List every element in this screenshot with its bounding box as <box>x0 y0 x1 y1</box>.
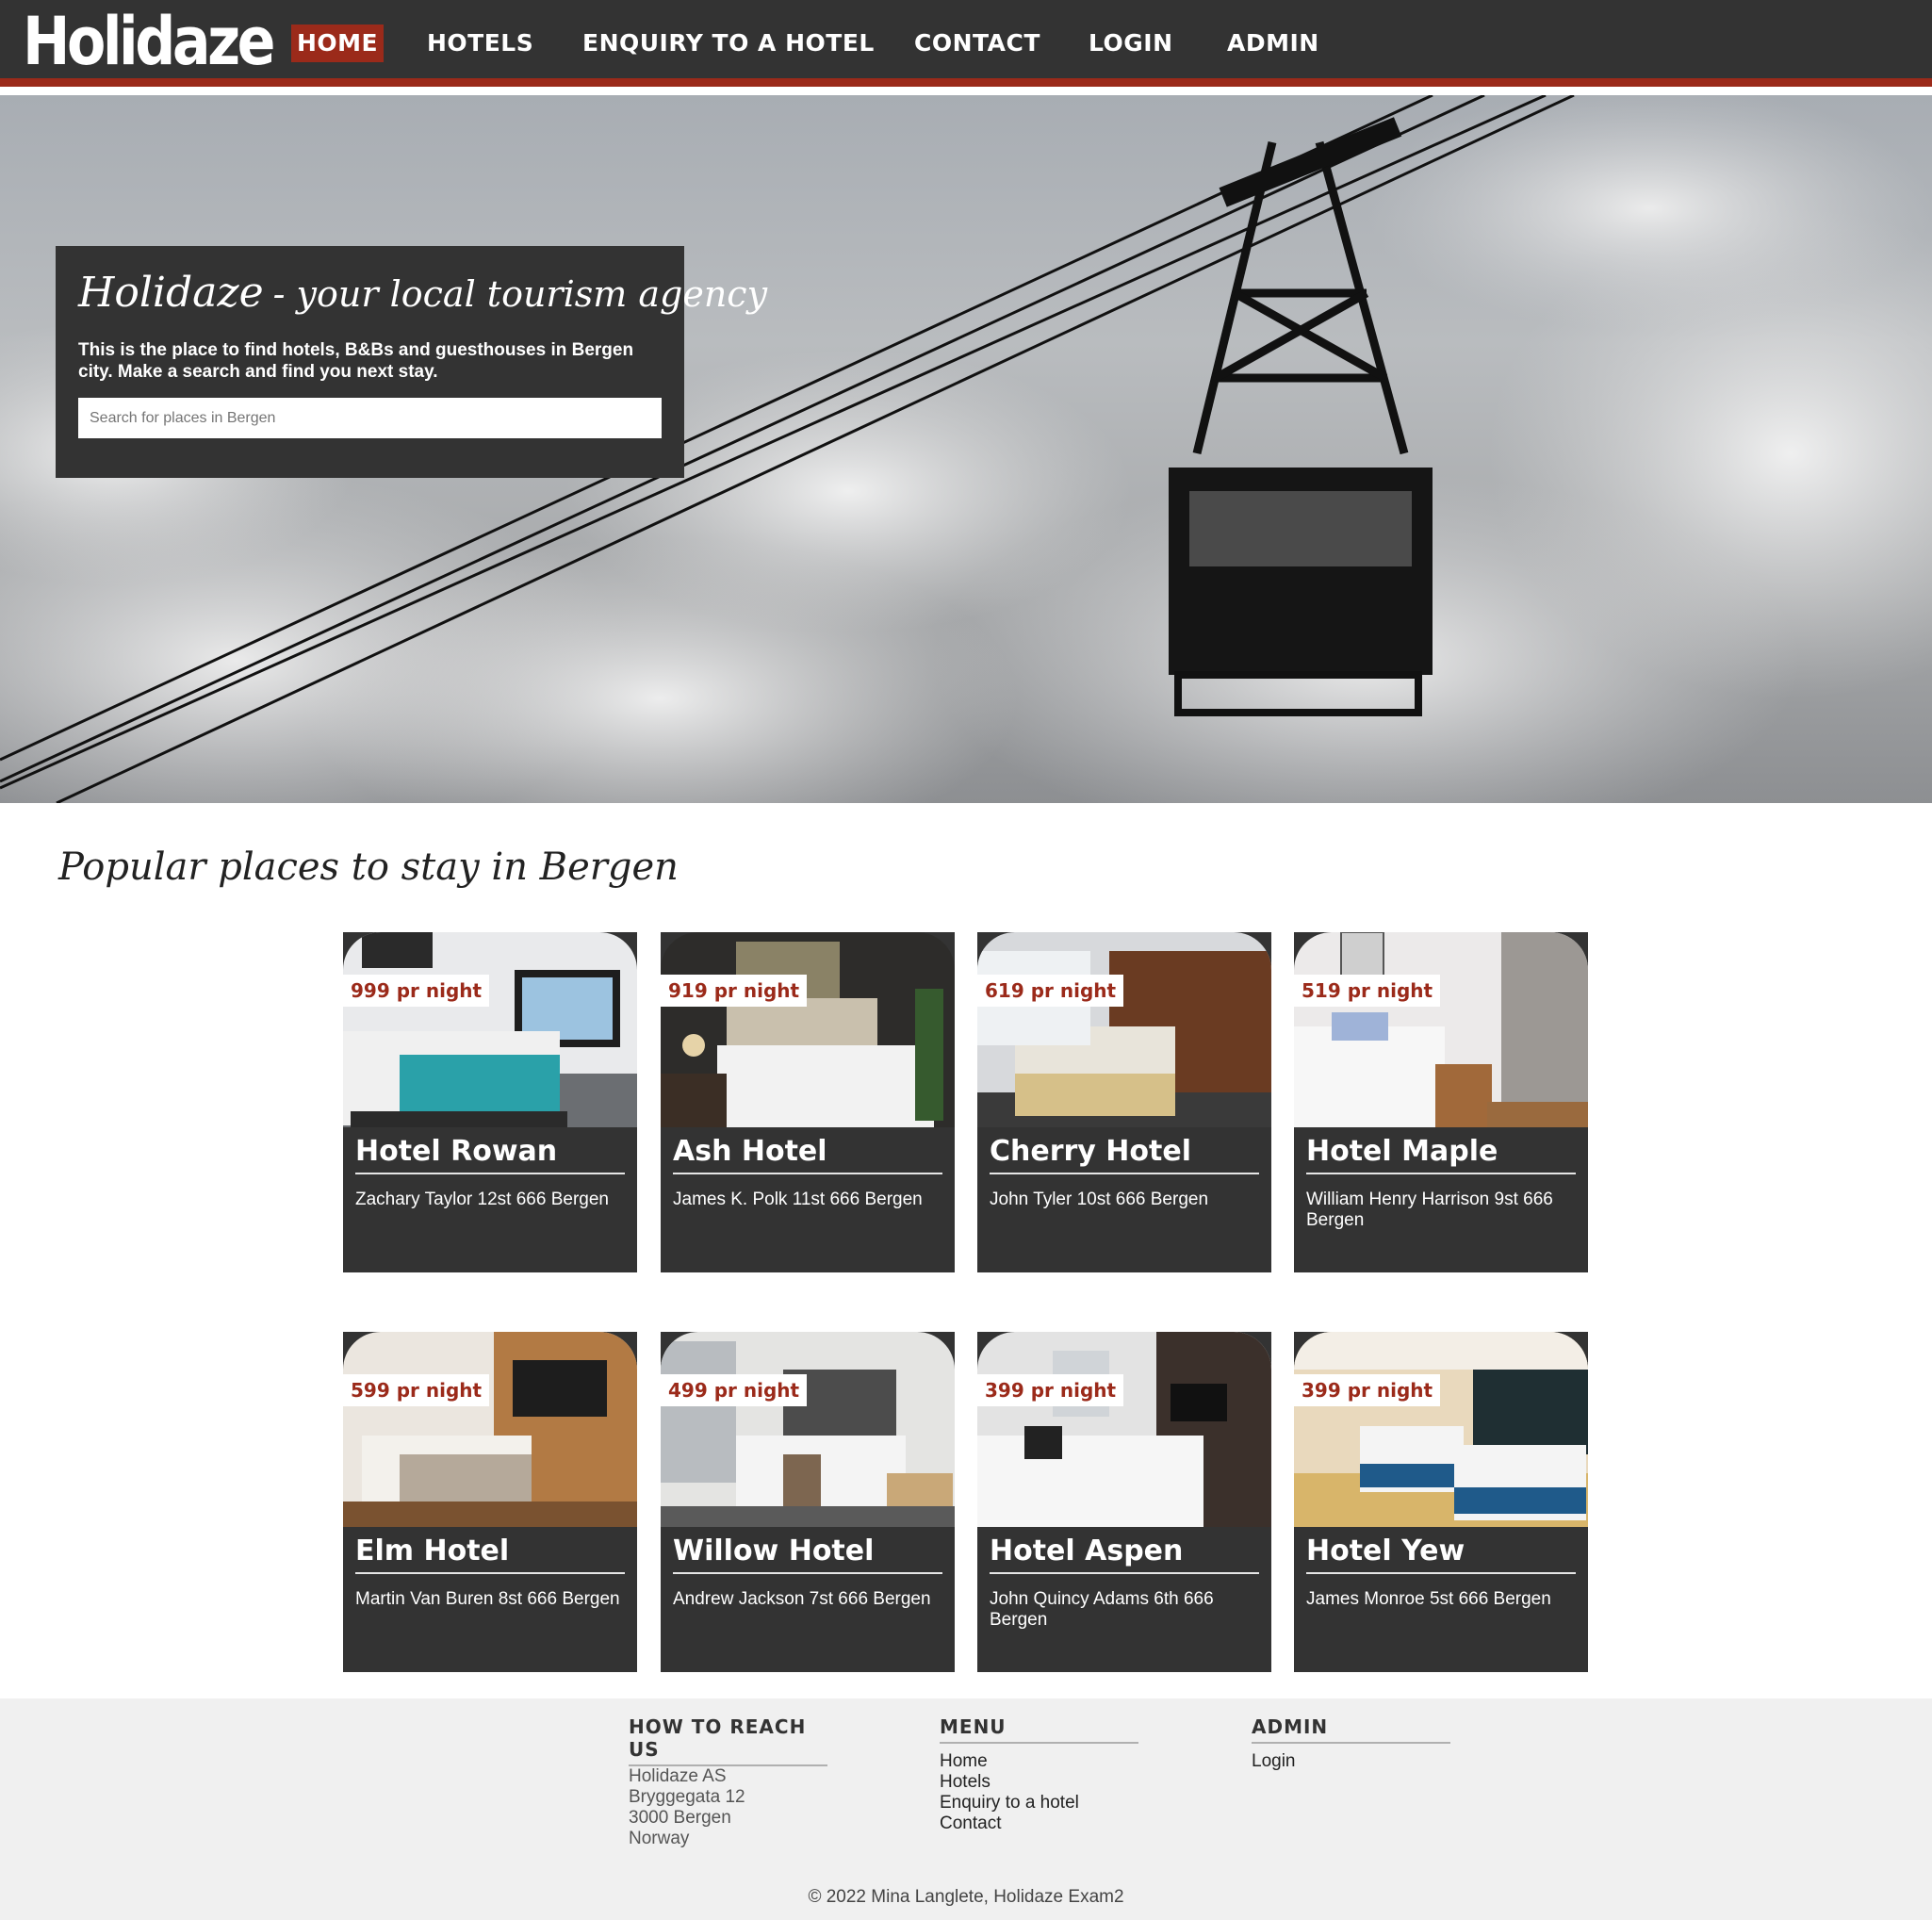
footer-heading: MENU <box>940 1715 1138 1744</box>
nav-hotels[interactable]: HOTELS <box>421 25 539 62</box>
hero-intro-panel: Holidaze - your local tourism agency This… <box>56 246 767 478</box>
site-footer: HOW TO REACH US Holidaze AS Bryggegata 1… <box>0 1698 1932 1920</box>
price-badge: 619 pr night <box>977 975 1124 1007</box>
nav-admin[interactable]: ADMIN <box>1221 25 1325 62</box>
hotel-name: Hotel Aspen <box>990 1533 1259 1574</box>
price-badge: 999 pr night <box>343 975 490 1007</box>
hotel-photo <box>977 1332 1271 1527</box>
hotel-photo <box>343 1332 637 1527</box>
hotel-address: John Tyler 10st 666 Bergen <box>990 1190 1209 1209</box>
nav-enquiry[interactable]: ENQUIRY TO A HOTEL <box>577 25 880 62</box>
price-badge: 399 pr night <box>977 1374 1124 1406</box>
hotel-name: Cherry Hotel <box>990 1133 1259 1174</box>
hotel-photo <box>661 932 955 1127</box>
hotel-photo <box>977 932 1271 1127</box>
hotel-name: Hotel Maple <box>1306 1133 1576 1174</box>
copyright-text: © 2022 Mina Langlete, Holidaze Exam2 <box>808 1887 1124 1907</box>
footer-contact-column: HOW TO REACH US Holidaze AS Bryggegata 1… <box>629 1715 827 1849</box>
hero-description: This is the place to find hotels, B&Bs a… <box>78 340 634 382</box>
hotel-card[interactable]: 999 pr night Hotel Rowan Zachary Taylor … <box>343 932 637 1272</box>
hotel-name: Willow Hotel <box>673 1533 942 1574</box>
hero-heading: Holidaze - your local tourism agency <box>78 265 767 322</box>
site-logo[interactable]: Holidaze <box>23 2 276 81</box>
hotel-photo <box>343 932 637 1127</box>
hotel-card[interactable]: 619 pr night Cherry Hotel John Tyler 10s… <box>977 932 1271 1272</box>
footer-link-enquiry[interactable]: Enquiry to a hotel <box>940 1793 1138 1813</box>
hotel-address: Andrew Jackson 7st 666 Bergen <box>673 1589 931 1609</box>
popular-places-heading: Popular places to stay in Bergen <box>58 845 679 889</box>
hotel-card[interactable]: 919 pr night Ash Hotel James K. Polk 11s… <box>661 932 955 1272</box>
hotel-address: James Monroe 5st 666 Bergen <box>1306 1589 1551 1609</box>
price-badge: 499 pr night <box>661 1374 808 1406</box>
hero-banner: Holidaze - your local tourism agency This… <box>0 95 1932 803</box>
nav-login[interactable]: LOGIN <box>1083 25 1179 62</box>
hotel-name: Elm Hotel <box>355 1533 625 1574</box>
footer-link-contact[interactable]: Contact <box>940 1813 1138 1834</box>
top-navbar: Holidaze HOME HOTELS ENQUIRY TO A HOTEL … <box>0 0 1932 87</box>
hotel-name: Hotel Rowan <box>355 1133 625 1174</box>
footer-link-hotels[interactable]: Hotels <box>940 1772 1138 1793</box>
search-input[interactable] <box>78 398 662 438</box>
footer-address-line: Holidaze AS <box>629 1766 727 1786</box>
hotel-address: William Henry Harrison 9st 666 Bergen <box>1306 1190 1553 1230</box>
nav-home[interactable]: HOME <box>291 25 385 62</box>
footer-heading: ADMIN <box>1252 1715 1450 1744</box>
footer-link-login[interactable]: Login <box>1252 1751 1450 1772</box>
price-badge: 519 pr night <box>1294 975 1441 1007</box>
hotel-photo <box>1294 932 1588 1127</box>
price-badge: 919 pr night <box>661 975 808 1007</box>
hotel-photo <box>661 1332 955 1527</box>
footer-heading: HOW TO REACH US <box>629 1715 827 1766</box>
hotel-card[interactable]: 399 pr night Hotel Aspen John Quincy Ada… <box>977 1332 1271 1672</box>
footer-link-home[interactable]: Home <box>940 1751 1138 1772</box>
hotel-address: Zachary Taylor 12st 666 Bergen <box>355 1190 609 1209</box>
hotel-address: Martin Van Buren 8st 666 Bergen <box>355 1589 620 1609</box>
footer-address-line: Norway <box>629 1829 690 1848</box>
hotel-card[interactable]: 599 pr night Elm Hotel Martin Van Buren … <box>343 1332 637 1672</box>
hero-tagline: - your local tourism agency <box>272 273 768 315</box>
footer-admin-column: ADMIN Login <box>1252 1715 1450 1772</box>
hotel-address: James K. Polk 11st 666 Bergen <box>673 1190 923 1209</box>
hotel-name: Hotel Yew <box>1306 1533 1576 1574</box>
hero-brand: Holidaze <box>78 269 264 317</box>
nav-contact[interactable]: CONTACT <box>909 25 1046 62</box>
price-badge: 599 pr night <box>343 1374 490 1406</box>
hotel-card[interactable]: 519 pr night Hotel Maple William Henry H… <box>1294 932 1588 1272</box>
hotel-card[interactable]: 399 pr night Hotel Yew James Monroe 5st … <box>1294 1332 1588 1672</box>
footer-address-line: 3000 Bergen <box>629 1808 731 1828</box>
footer-menu-column: MENU Home Hotels Enquiry to a hotel Cont… <box>940 1715 1138 1834</box>
footer-address-line: Bryggegata 12 <box>629 1787 745 1807</box>
hotel-address: John Quincy Adams 6th 666 Bergen <box>990 1589 1214 1630</box>
hotel-name: Ash Hotel <box>673 1133 942 1174</box>
price-badge: 399 pr night <box>1294 1374 1441 1406</box>
hotel-photo <box>1294 1332 1588 1527</box>
hotel-card[interactable]: 499 pr night Willow Hotel Andrew Jackson… <box>661 1332 955 1672</box>
